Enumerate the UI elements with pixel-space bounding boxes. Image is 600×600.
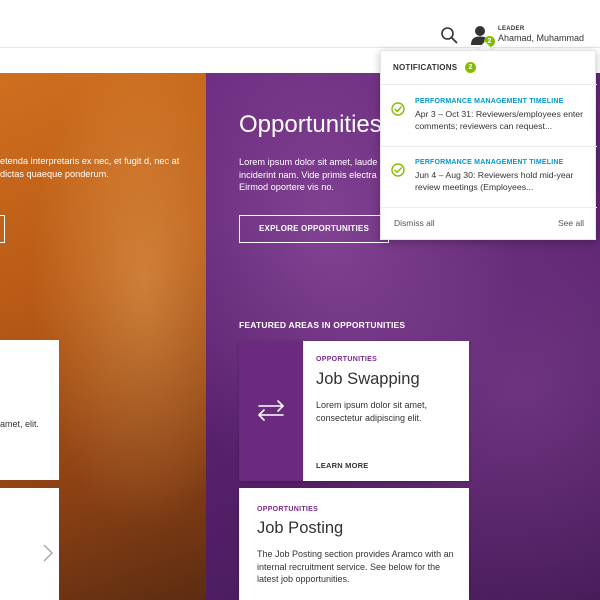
card-category-tag: OPPORTUNITIES bbox=[316, 356, 378, 363]
divider bbox=[381, 207, 597, 208]
card-icon-block bbox=[239, 341, 303, 481]
user-name-label[interactable]: Ahamad, Muhammad bbox=[498, 33, 584, 43]
card-title: Job Posting bbox=[257, 519, 344, 537]
explore-opportunities-button[interactable]: EXPLORE OPPORTUNITIES bbox=[239, 215, 389, 243]
opportunities-body: Lorem ipsum dolor sit amet, laude incide… bbox=[239, 157, 378, 192]
notification-item[interactable]: PERFORMANCE MANAGEMENT TIMELINE Jun 4 – … bbox=[381, 159, 597, 219]
notification-title: PERFORMANCE MANAGEMENT TIMELINE bbox=[415, 159, 564, 166]
notifications-dropdown: NOTIFICATIONS 2 PERFORMANCE MANAGEMENT T… bbox=[380, 50, 597, 240]
notifications-count-badge: 2 bbox=[465, 62, 476, 73]
swap-arrows-icon bbox=[258, 400, 284, 421]
notification-item[interactable]: PERFORMANCE MANAGEMENT TIMELINE Apr 3 – … bbox=[381, 98, 597, 158]
card-body: Lorem ipsum dolor sit amet, consectetur … bbox=[316, 400, 428, 423]
user-role-label: LEADER bbox=[498, 26, 525, 32]
opportunities-title: Opportunities bbox=[239, 111, 382, 138]
job-swapping-card[interactable]: OPPORTUNITIES Job Swapping Lorem ipsum d… bbox=[239, 341, 469, 481]
notifications-header: NOTIFICATIONS bbox=[393, 63, 458, 72]
divider bbox=[381, 146, 597, 147]
dismiss-all-button[interactable]: Dismiss all bbox=[394, 218, 435, 228]
see-all-link[interactable]: See all bbox=[558, 218, 584, 228]
learn-more-link[interactable]: LEARN MORE bbox=[316, 461, 368, 470]
notification-text: Jun 4 – Aug 30: Reviewers hold mid-year … bbox=[415, 170, 574, 192]
left-card-body: amet, elit. bbox=[0, 419, 40, 429]
left-feature-card[interactable]: t amet, elit. bbox=[0, 340, 59, 480]
card-title: Job Swapping bbox=[316, 370, 420, 388]
card-category-tag: OPPORTUNITIES bbox=[257, 506, 319, 513]
job-posting-card[interactable]: OPPORTUNITIES Job Posting The Job Postin… bbox=[239, 488, 469, 600]
hero-left-body: etenda interpretaris ex nec, et fugit d,… bbox=[0, 156, 180, 179]
divider bbox=[381, 84, 597, 85]
featured-areas-heading: FEATURED AREAS IN OPPORTUNITIES bbox=[239, 320, 406, 330]
card-body: The Job Posting section provides Aramco … bbox=[257, 549, 454, 584]
notification-title: PERFORMANCE MANAGEMENT TIMELINE bbox=[415, 98, 564, 105]
search-icon[interactable] bbox=[440, 26, 458, 44]
hero-left-button[interactable] bbox=[0, 215, 5, 243]
check-circle-icon bbox=[391, 102, 405, 116]
notification-text: Apr 3 – Oct 31: Reviewers/employees ente… bbox=[415, 109, 584, 131]
chevron-right-icon[interactable] bbox=[42, 544, 54, 562]
check-circle-icon bbox=[391, 163, 405, 177]
